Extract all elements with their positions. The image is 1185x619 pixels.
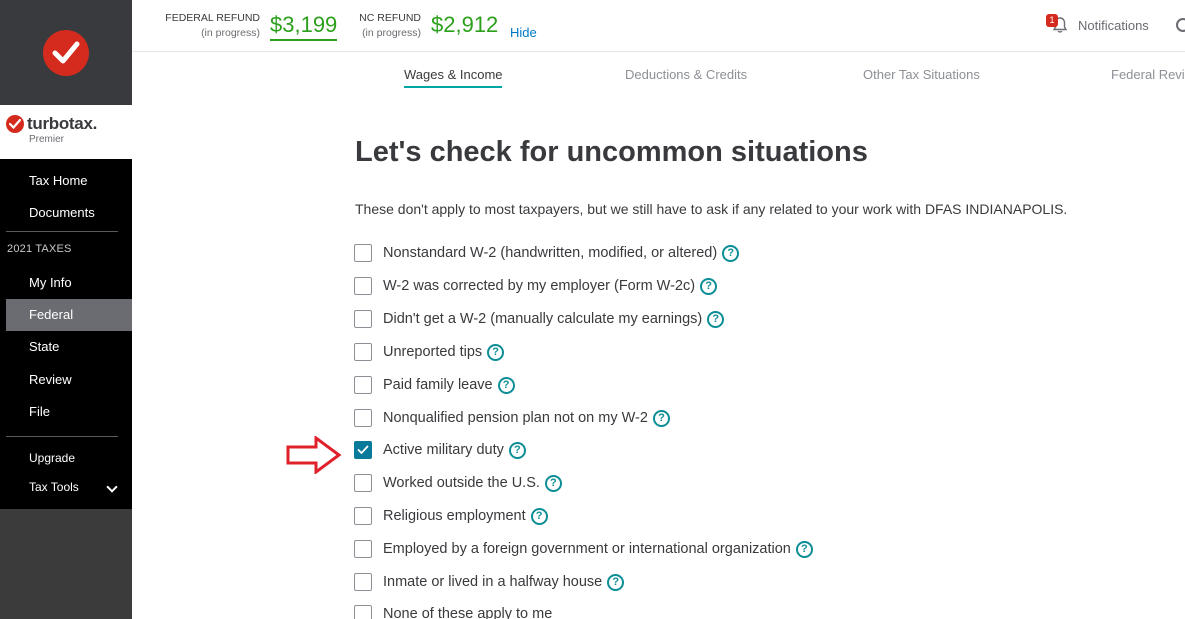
sidebar-item-state[interactable]: State (6, 331, 132, 363)
turbotax-check-icon (43, 29, 89, 76)
option-paid-family-leave[interactable]: Paid family leave ? (354, 375, 515, 395)
sidebar-item-federal[interactable]: Federal (6, 299, 132, 331)
help-circle-icon[interactable]: ? (722, 244, 740, 262)
tab-other-tax-situations[interactable]: Other Tax Situations (863, 67, 980, 82)
hide-refund-link[interactable]: Hide (510, 25, 537, 40)
option-label: Religious employment (383, 508, 526, 524)
brand-edition: Premier (29, 134, 65, 145)
checkbox[interactable] (354, 507, 372, 525)
checkbox[interactable] (354, 409, 372, 427)
checkbox[interactable] (354, 277, 372, 295)
checkmark-icon (357, 445, 369, 454)
tab-deductions-credits[interactable]: Deductions & Credits (625, 67, 747, 82)
option-label: Active military duty (383, 442, 504, 458)
chevron-down-icon (106, 481, 118, 493)
option-nonstandard-w2[interactable]: Nonstandard W-2 (handwritten, modified, … (354, 243, 740, 263)
notifications-label: Notifications (1078, 18, 1149, 33)
sidebar-item-tax-tools[interactable]: Tax Tools (6, 471, 132, 503)
red-arrow-icon (286, 436, 342, 474)
header-bar: FEDERAL REFUND (in progress) $3,199 NC R… (132, 0, 1185, 52)
option-label: Unreported tips (383, 344, 483, 360)
nc-refund-amount[interactable]: $2,912 (431, 12, 498, 38)
sidebar-item-tax-home[interactable]: Tax Home (6, 165, 132, 197)
nc-refund-status: (in progress) (362, 27, 421, 39)
federal-refund-status: (in progress) (201, 27, 260, 39)
option-label: Didn't get a W-2 (manually calculate my … (383, 311, 703, 327)
logo-block[interactable] (0, 0, 132, 105)
help-circle-icon[interactable]: ? (497, 376, 515, 394)
notifications-count-badge: 1 (1046, 14, 1058, 27)
option-active-military-duty[interactable]: Active military duty ? (354, 440, 526, 460)
sidebar: turbotax. Premier Tax Home Documents 202… (0, 0, 132, 619)
option-label: Nonqualified pension plan not on my W-2 (383, 410, 648, 426)
help-circle-icon[interactable]: ? (607, 573, 625, 591)
help-circle-icon[interactable]: ? (544, 474, 562, 492)
nc-refund-label: NC REFUND (in progress) (353, 11, 421, 41)
option-unreported-tips[interactable]: Unreported tips ? (354, 342, 505, 362)
option-nonqualified-pension[interactable]: Nonqualified pension plan not on my W-2 … (354, 408, 670, 428)
checkbox[interactable] (354, 474, 372, 492)
nav-divider (6, 231, 118, 232)
checkbox[interactable] (354, 605, 372, 619)
option-religious-employment[interactable]: Religious employment ? (354, 506, 548, 526)
brand-block: turbotax. Premier (0, 105, 132, 159)
help-circle-icon[interactable]: ? (700, 277, 718, 295)
sidebar-item-my-info[interactable]: My Info (6, 267, 132, 299)
option-label: W-2 was corrected by my employer (Form W… (383, 278, 696, 294)
option-inmate-halfway-house[interactable]: Inmate or lived in a halfway house ? (354, 572, 625, 592)
section-tabs: Wages & Income Deductions & Credits Othe… (132, 53, 1185, 97)
page-title: Let's check for uncommon situations (355, 136, 868, 168)
tab-federal-review[interactable]: Federal Revi (1111, 67, 1185, 82)
help-circle-icon[interactable]: ? (707, 310, 725, 328)
sidebar-item-file[interactable]: File (6, 396, 132, 428)
checkbox[interactable] (354, 343, 372, 361)
option-label: Employed by a foreign government or inte… (383, 541, 791, 557)
sidebar-item-upgrade[interactable]: Upgrade (6, 442, 132, 474)
option-worked-outside-us[interactable]: Worked outside the U.S. ? (354, 473, 562, 493)
brand-name: turbotax. (27, 114, 98, 133)
federal-refund-label: FEDERAL REFUND (in progress) (162, 11, 260, 41)
checkbox[interactable] (354, 376, 372, 394)
checkbox[interactable] (354, 573, 372, 591)
sidebar-nav: Tax Home Documents 2021 TAXES My Info Fe… (0, 159, 132, 509)
help-circle-icon[interactable]: ? (652, 409, 670, 427)
tab-wages-income[interactable]: Wages & Income (404, 67, 503, 82)
search-icon[interactable] (1176, 18, 1185, 32)
option-label: None of these apply to me (383, 606, 553, 619)
brand-check-icon (6, 115, 24, 133)
option-label: Worked outside the U.S. (383, 475, 540, 491)
sidebar-item-review[interactable]: Review (6, 364, 132, 396)
help-circle-icon[interactable]: ? (795, 540, 813, 558)
checkbox[interactable] (354, 310, 372, 328)
nav-divider (6, 436, 118, 437)
option-label: Inmate or lived in a halfway house (383, 574, 603, 590)
help-circle-icon[interactable]: ? (530, 507, 548, 525)
option-label: Nonstandard W-2 (handwritten, modified, … (383, 245, 718, 261)
federal-refund-amount[interactable]: $3,199 (270, 12, 338, 41)
option-no-w2[interactable]: Didn't get a W-2 (manually calculate my … (354, 309, 725, 329)
federal-refund-title: FEDERAL REFUND (165, 12, 260, 24)
app-window: turbotax. Premier Tax Home Documents 202… (0, 0, 1185, 619)
option-w2-corrected[interactable]: W-2 was corrected by my employer (Form W… (354, 276, 718, 296)
nc-refund-title: NC REFUND (359, 12, 421, 24)
option-none-apply[interactable]: None of these apply to me (354, 604, 552, 619)
checkbox-checked[interactable] (354, 441, 372, 459)
active-tab-underline (404, 86, 502, 88)
help-circle-icon[interactable]: ? (508, 441, 526, 459)
option-label: Paid family leave (383, 377, 493, 393)
nav-section-label: 2021 TAXES (7, 243, 72, 255)
checkbox[interactable] (354, 540, 372, 558)
help-circle-icon[interactable]: ? (487, 343, 505, 361)
tax-tools-label: Tax Tools (29, 480, 79, 494)
sidebar-item-documents[interactable]: Documents (6, 197, 132, 229)
checkbox[interactable] (354, 244, 372, 262)
option-foreign-government[interactable]: Employed by a foreign government or inte… (354, 539, 813, 559)
page-intro: These don't apply to most taxpayers, but… (355, 201, 1068, 217)
